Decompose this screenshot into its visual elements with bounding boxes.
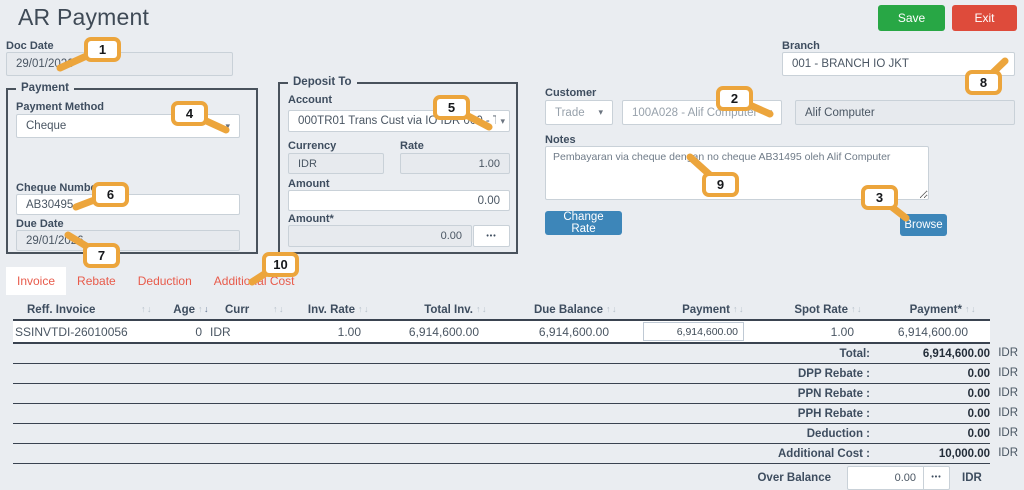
page-title: AR Payment <box>18 4 149 31</box>
cell-age: 0 <box>153 321 210 342</box>
sort-icon: ↑↓ <box>358 305 370 314</box>
amount-field[interactable] <box>288 190 510 211</box>
callout-6: 6 <box>92 182 129 207</box>
cell-total-inv: 6,914,600.00 <box>370 321 488 342</box>
customer-type-select[interactable]: Trade ▾ <box>545 100 613 125</box>
payment-amount-input[interactable] <box>643 322 744 341</box>
column-header-due-balance[interactable]: Due Balance ↑↓ <box>488 300 618 319</box>
over-balance-label: Over Balance <box>757 472 831 484</box>
amount-label: Amount <box>288 178 330 190</box>
cell-spot-rate: 1.00 <box>745 321 863 342</box>
save-button[interactable]: Save <box>878 5 945 31</box>
over-balance-currency: IDR <box>962 472 986 484</box>
deposit-to-panel: Deposit To Account 000TR01 Trans Cust vi… <box>278 82 518 254</box>
change-rate-button[interactable]: Change Rate <box>545 211 622 235</box>
callout-8: 8 <box>965 70 1002 95</box>
callout-3: 3 <box>861 185 898 210</box>
invoice-table: Reff. Invoice ↑↓ Age ↑↓ Curr ↑↓ Inv. Rat… <box>13 300 990 490</box>
cheque-number-label: Cheque Number <box>16 182 101 194</box>
chevron-down-icon: ▾ <box>496 116 505 127</box>
browse-button[interactable]: Browse <box>900 214 947 236</box>
tab-deduction[interactable]: Deduction <box>127 267 203 295</box>
branch-select-value: 001 - BRANCH IO JKT <box>792 58 909 70</box>
summary-row-deduction: Deduction : 0.00 IDR <box>13 424 990 444</box>
column-header-age[interactable]: Age ↑↓ <box>153 300 210 319</box>
detail-tabs: Invoice Rebate Deduction Additional Cost <box>6 267 306 295</box>
cell-payment-star: 6,914,600.00 <box>863 321 977 342</box>
currency-field: IDR <box>288 153 384 174</box>
chevron-down-icon: ▾ <box>221 121 230 132</box>
account-select[interactable]: 000TR01 Trans Cust via IO IDR 000 - TRI-… <box>288 110 510 132</box>
sort-icon: ↑↓ <box>141 305 153 314</box>
callout-1: 1 <box>84 37 121 62</box>
callout-7: 7 <box>83 243 120 268</box>
customer-name-field[interactable] <box>795 100 1015 125</box>
over-balance-ellipsis-button[interactable]: ••• <box>924 466 950 490</box>
over-balance-input[interactable] <box>847 466 924 490</box>
column-header-spot-rate[interactable]: Spot Rate ↑↓ <box>745 300 863 319</box>
column-header-curr[interactable]: Curr ↑↓ <box>210 300 285 319</box>
column-header-total-inv[interactable]: Total Inv. ↑↓ <box>370 300 488 319</box>
ar-payment-page: AR Payment Save Exit Doc Date Branch 001… <box>0 0 1024 490</box>
summary-row-dpp-rebate: DPP Rebate : 0.00 IDR <box>13 364 990 384</box>
callout-5: 5 <box>433 95 470 120</box>
exit-button[interactable]: Exit <box>952 5 1017 31</box>
sort-icon: ↑↓ <box>965 305 977 314</box>
customer-label: Customer <box>545 87 596 99</box>
column-header-payment-star[interactable]: Payment* ↑↓ <box>863 300 977 319</box>
deposit-to-legend: Deposit To <box>288 75 357 89</box>
summary-row-total: Total: 6,914,600.00 IDR <box>13 344 990 364</box>
payment-panel: Payment Payment Method Cheque ▾ Cheque N… <box>6 88 258 254</box>
chevron-down-icon: ▾ <box>996 59 1005 70</box>
cell-inv-rate: 1.00 <box>285 321 370 342</box>
column-header-reff-invoice[interactable]: Reff. Invoice ↑↓ <box>13 300 153 319</box>
currency-label: Currency <box>288 140 336 152</box>
customer-code-select[interactable]: 100A028 - Alif Computer ▾ <box>622 100 782 125</box>
cell-due-balance: 6,914,600.00 <box>488 321 618 342</box>
sort-icon: ↑↓ <box>606 305 618 314</box>
sort-icon: ↑↓ <box>273 305 285 314</box>
cell-payment <box>618 321 745 342</box>
doc-date-label: Doc Date <box>6 40 54 52</box>
amount-star-label: Amount* <box>288 213 334 225</box>
sort-icon: ↑↓ <box>733 305 745 314</box>
due-date-label: Due Date <box>16 218 64 230</box>
callout-4: 4 <box>171 101 208 126</box>
amount-star-ellipsis-button[interactable]: ••• <box>473 225 510 247</box>
summary-row-pph-rebate: PPH Rebate : 0.00 IDR <box>13 404 990 424</box>
cell-curr: IDR <box>210 321 285 342</box>
amount-star-field: 0.00 <box>288 225 472 247</box>
callout-2: 2 <box>716 86 753 111</box>
payment-method-value: Cheque <box>26 120 66 132</box>
tab-rebate[interactable]: Rebate <box>66 267 127 295</box>
due-date-field[interactable] <box>16 230 240 251</box>
branch-label: Branch <box>782 40 820 52</box>
column-header-payment[interactable]: Payment ↑↓ <box>618 300 745 319</box>
sort-icon: ↑↓ <box>851 305 863 314</box>
tab-invoice[interactable]: Invoice <box>6 267 66 295</box>
rate-field: 1.00 <box>400 153 510 174</box>
table-row: SSINVTDI-26010056 0 IDR 1.00 6,914,600.0… <box>13 321 990 344</box>
invoice-table-header: Reff. Invoice ↑↓ Age ↑↓ Curr ↑↓ Inv. Rat… <box>13 300 990 321</box>
payment-method-label: Payment Method <box>16 101 104 113</box>
summary-row-additional-cost: Additional Cost : 10,000.00 IDR <box>13 444 990 464</box>
column-header-inv-rate[interactable]: Inv. Rate ↑↓ <box>285 300 370 319</box>
cell-reff-invoice: SSINVTDI-26010056 <box>13 321 153 342</box>
sort-icon: ↑↓ <box>476 305 488 314</box>
payment-panel-legend: Payment <box>16 81 74 95</box>
ellipsis-icon: ••• <box>486 233 496 240</box>
sort-icon: ↑↓ <box>198 305 210 314</box>
notes-label: Notes <box>545 134 576 146</box>
chevron-down-icon: ▾ <box>594 107 603 118</box>
callout-9: 9 <box>702 172 739 197</box>
over-balance-row: Over Balance ••• IDR <box>13 464 990 490</box>
summary-row-ppn-rebate: PPN Rebate : 0.00 IDR <box>13 384 990 404</box>
rate-label: Rate <box>400 140 424 152</box>
callout-10: 10 <box>262 252 299 277</box>
ellipsis-icon: ••• <box>931 474 941 481</box>
chevron-down-icon: ▾ <box>763 107 772 118</box>
customer-type-value: Trade <box>555 107 585 119</box>
account-label: Account <box>288 94 332 106</box>
